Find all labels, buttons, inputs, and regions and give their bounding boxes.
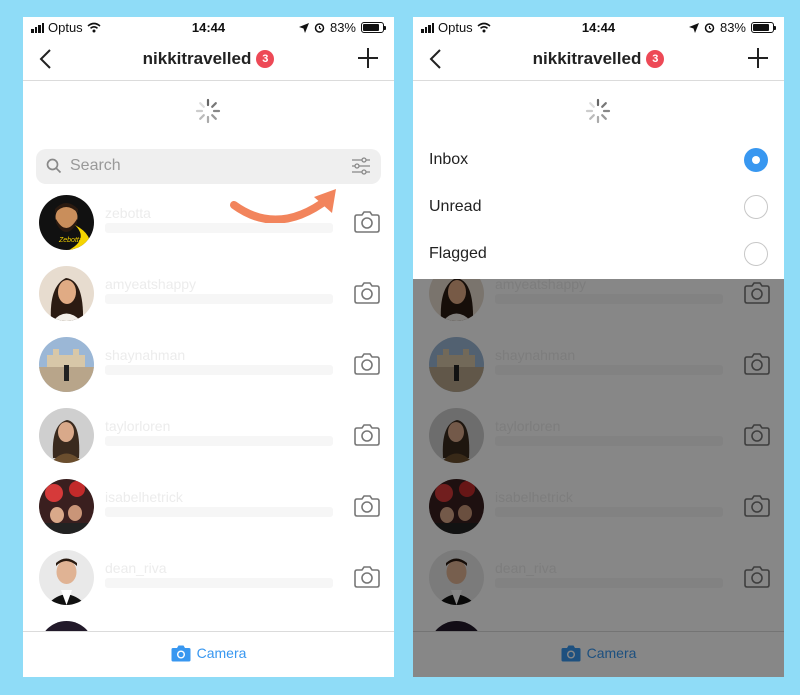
filter-option-label: Unread: [429, 198, 482, 215]
radio-unselected[interactable]: [744, 242, 768, 266]
battery-percent: 83%: [329, 20, 356, 35]
avatar: [39, 479, 94, 534]
new-message-plus-icon[interactable]: [746, 46, 770, 70]
notification-badge: 3: [256, 50, 275, 68]
avatar: Zebotta: [39, 195, 94, 250]
filter-option-flagged[interactable]: Flagged: [413, 231, 784, 278]
filter-menu: Inbox Unread Flagged: [413, 137, 784, 279]
filter-option-label: Inbox: [429, 151, 469, 168]
thread-name: dean_riva: [105, 560, 167, 576]
thread-preview: [105, 436, 333, 446]
loading-spinner-icon: [195, 98, 221, 124]
status-bar: Optus 14:44 83%: [413, 17, 784, 39]
thread-row[interactable]: amyeatshappy: [23, 258, 394, 330]
thread-preview: [105, 294, 333, 304]
camera-button[interactable]: Camera: [23, 644, 394, 662]
search-placeholder: Search: [70, 157, 121, 174]
account-name: nikkitravelled: [532, 49, 642, 68]
thread-preview: [105, 223, 333, 233]
camera-icon[interactable]: [354, 351, 380, 375]
avatar: [39, 266, 94, 321]
status-bar: Optus 14:44 83%: [23, 17, 394, 39]
radio-unselected[interactable]: [744, 195, 768, 219]
header-title[interactable]: nikkitravelled 3: [413, 49, 784, 69]
thread-name: isabelhetrick: [105, 489, 183, 505]
notification-badge: 3: [646, 50, 665, 68]
camera-icon[interactable]: [354, 280, 380, 304]
search-icon: [46, 158, 62, 174]
avatar: [39, 337, 94, 392]
filter-option-label: Flagged: [429, 245, 487, 262]
phone-screen-right: Optus 14:44 83% nikkitravelled 3 amyeats…: [413, 17, 784, 677]
thread-name: taylorloren: [105, 418, 171, 434]
battery-percent: 83%: [719, 20, 746, 35]
thread-name: shaynahman: [105, 347, 186, 363]
camera-icon[interactable]: [354, 564, 380, 588]
battery-icon: [361, 22, 386, 33]
thread-row[interactable]: shaynahman: [23, 329, 394, 401]
camera-icon[interactable]: [354, 422, 380, 446]
thread-name: amyeatshappy: [105, 276, 197, 292]
camera-icon: [171, 645, 191, 662]
thread-name: zebotta: [105, 205, 151, 221]
alarm-icon: [704, 23, 715, 33]
account-name: nikkitravelled: [142, 49, 252, 68]
thread-preview: [105, 507, 333, 517]
alarm-icon: [314, 23, 325, 33]
thread-row[interactable]: dean_riva: [23, 542, 394, 614]
thread-preview: [105, 365, 333, 375]
loading-spinner-icon: [585, 98, 611, 124]
battery-icon: [751, 22, 776, 33]
dim-overlay[interactable]: [413, 279, 784, 677]
avatar: [39, 550, 94, 605]
location-icon: [298, 22, 309, 33]
radio-selected[interactable]: [744, 148, 768, 172]
location-icon: [688, 22, 699, 33]
bottom-bar: Camera: [23, 631, 394, 677]
thread-row[interactable]: isabelhetrick: [23, 471, 394, 543]
svg-text:Zebotta: Zebotta: [58, 237, 83, 244]
filter-sliders-icon[interactable]: [351, 157, 371, 175]
thread-row[interactable]: Zebotta zebotta: [23, 187, 394, 259]
thread-row[interactable]: taylorloren: [23, 400, 394, 472]
camera-icon[interactable]: [354, 209, 380, 233]
phone-screen-left: Optus 14:44 83% nikkitravelled 3 Search …: [23, 17, 394, 677]
filter-option-unread[interactable]: Unread: [413, 184, 784, 231]
header-title[interactable]: nikkitravelled 3: [23, 49, 394, 69]
new-message-plus-icon[interactable]: [356, 46, 380, 70]
nav-bar: nikkitravelled 3: [413, 39, 784, 81]
nav-bar: nikkitravelled 3: [23, 39, 394, 81]
camera-label: Camera: [196, 645, 247, 661]
filter-option-inbox[interactable]: Inbox: [413, 137, 784, 184]
avatar: [39, 408, 94, 463]
camera-icon[interactable]: [354, 493, 380, 517]
thread-preview: [105, 578, 333, 588]
